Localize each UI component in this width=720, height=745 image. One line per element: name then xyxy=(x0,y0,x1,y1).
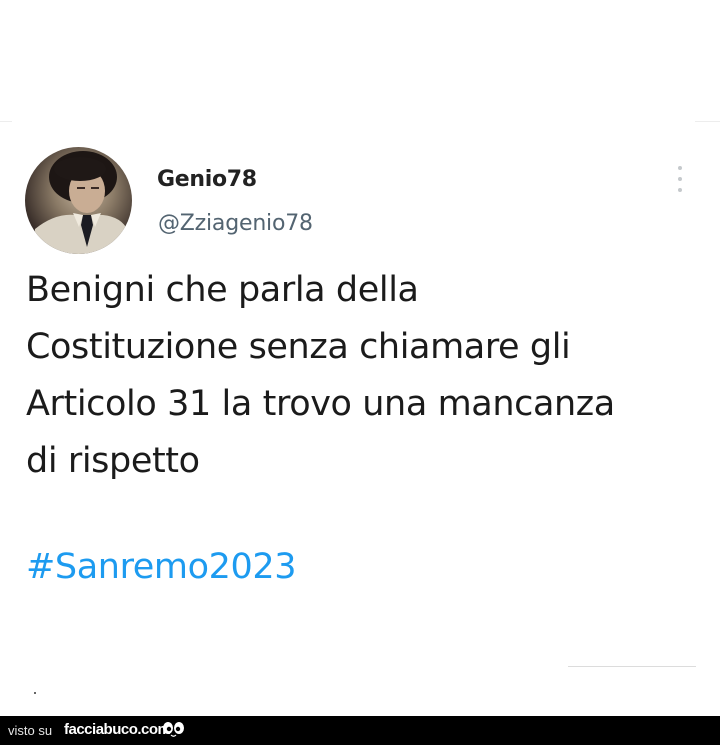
bottom-divider xyxy=(568,666,696,667)
footer-site-name[interactable]: facciabuco.com xyxy=(64,721,171,738)
watermark-footer: visto su facciabuco.com xyxy=(0,716,720,745)
tweet-text-line: Articolo 31 la trovo una mancanza xyxy=(26,384,615,424)
tweet-card: Genio78 @Zziagenio78 Benigni che parla d… xyxy=(0,0,720,716)
hashtag-link[interactable]: #Sanremo2023 xyxy=(26,539,297,596)
avatar[interactable] xyxy=(25,147,132,254)
facciabuco-eyes-icon xyxy=(163,722,184,737)
more-vertical-icon[interactable] xyxy=(674,166,686,192)
more-dot xyxy=(678,166,682,170)
more-dot xyxy=(678,188,682,192)
tweet-text-line: Costituzione senza chiamare gli xyxy=(26,327,571,367)
user-handle[interactable]: @Zziagenio78 xyxy=(158,211,313,236)
display-name[interactable]: Genio78 xyxy=(157,167,257,192)
footer-prefix: visto su xyxy=(8,723,53,738)
tweet-text-line: di rispetto xyxy=(26,441,200,481)
tweet-text-line: Benigni che parla della xyxy=(26,270,419,310)
more-dot xyxy=(678,177,682,181)
tweet-text: Benigni che parla della Costituzione sen… xyxy=(26,262,706,490)
avatar-portrait xyxy=(33,151,132,254)
decorative-dot xyxy=(34,692,36,694)
